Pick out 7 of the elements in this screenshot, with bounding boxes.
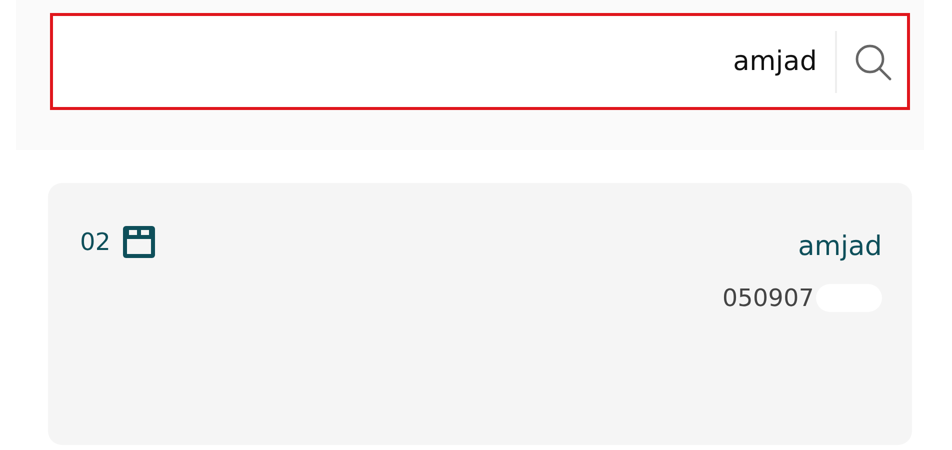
search-bar[interactable]: amjad	[50, 13, 910, 110]
phone-number: 050907	[722, 284, 814, 312]
contact-name: amjad	[798, 231, 882, 262]
contact-card[interactable]: 02 amjad 050907	[48, 183, 912, 445]
item-count: 02	[80, 228, 111, 256]
box-icon	[120, 224, 157, 260]
search-field[interactable]: amjad	[73, 45, 835, 78]
